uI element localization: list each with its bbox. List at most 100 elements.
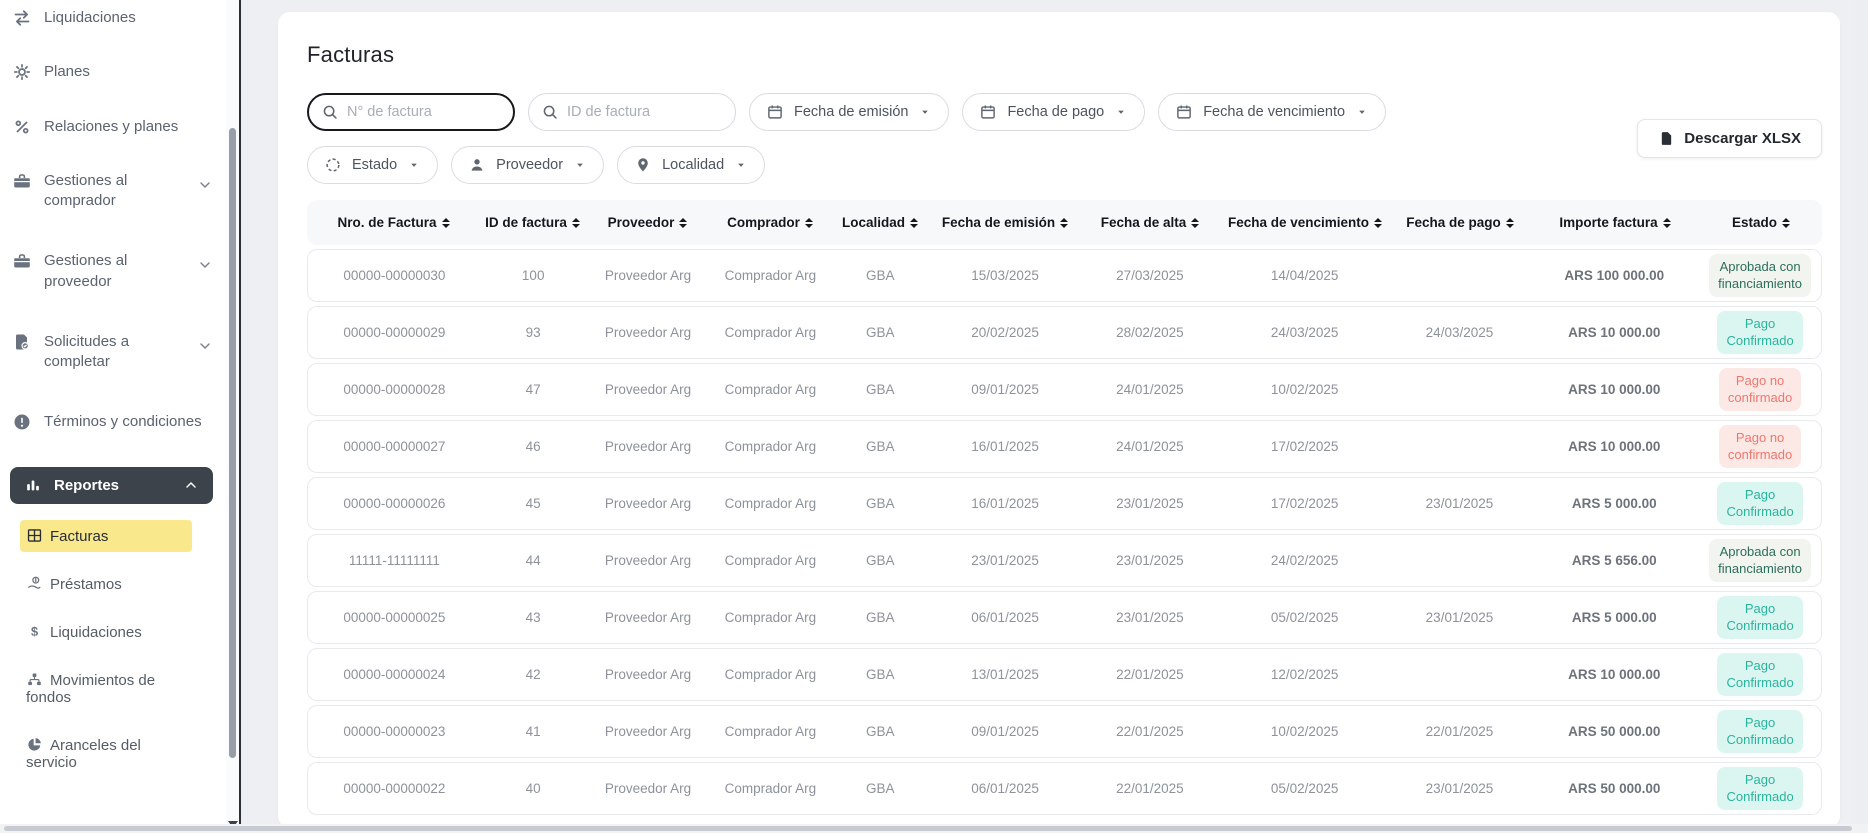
sidebar-subitem-prestamos[interactable]: Préstamos: [20, 568, 192, 600]
cell-comprador: Comprador Arg: [710, 268, 830, 283]
pie-icon: [26, 736, 43, 753]
cell-vencimiento: 10/02/2025: [1220, 724, 1390, 739]
cell-pago: 23/01/2025: [1390, 610, 1530, 625]
sidebar-item-reportes[interactable]: Reportes: [10, 467, 213, 504]
cell-estado: Pago no confirmado: [1699, 368, 1821, 412]
nro-factura-search[interactable]: [307, 93, 515, 131]
sidebar-item-relaciones-y-planes[interactable]: Relaciones y planes: [12, 117, 213, 137]
column-header-importe-factura[interactable]: Importe factura: [1530, 215, 1700, 230]
cell-comprador: Comprador Arg: [710, 667, 830, 682]
cell-estado: Pago Confirmado: [1699, 710, 1821, 754]
sidebar-item-gestiones-al-proveedor[interactable]: Gestiones al proveedor: [12, 251, 213, 292]
cell-emision: 16/01/2025: [930, 496, 1080, 511]
cell-estado: Pago Confirmado: [1699, 767, 1821, 811]
cell-id: 40: [481, 781, 586, 796]
table-row[interactable]: 00000-0000002645Proveedor ArgComprador A…: [307, 477, 1822, 530]
column-header-fecha-de-vencimiento[interactable]: Fecha de vencimiento: [1220, 215, 1390, 230]
page-vertical-scrollbar[interactable]: [1855, 0, 1868, 833]
cell-nro: 00000-00000022: [308, 781, 481, 796]
sort-icon[interactable]: [1663, 218, 1671, 228]
sort-icon[interactable]: [1506, 218, 1514, 228]
sort-icon[interactable]: [910, 218, 918, 228]
sidebar-item-terminos-y-condiciones[interactable]: Términos y condiciones: [12, 412, 213, 432]
descargar-xlsx-button[interactable]: Descargar XLSX: [1637, 119, 1822, 158]
column-header-fecha-de-pago[interactable]: Fecha de pago: [1390, 215, 1530, 230]
column-header-comprador[interactable]: Comprador: [710, 215, 830, 230]
table-row[interactable]: 00000-0000002240Proveedor ArgComprador A…: [307, 762, 1822, 815]
cell-importe: ARS 5 000.00: [1529, 610, 1699, 625]
table-row[interactable]: 00000-0000002543Proveedor ArgComprador A…: [307, 591, 1822, 644]
cell-estado: Pago Confirmado: [1699, 311, 1821, 355]
column-header-proveedor[interactable]: Proveedor: [585, 215, 710, 230]
table-row[interactable]: 00000-0000002746Proveedor ArgComprador A…: [307, 420, 1822, 473]
sort-icon[interactable]: [1782, 218, 1790, 228]
caret-down-icon: [573, 158, 587, 172]
sidebar-subitem-liquidaciones[interactable]: $Liquidaciones: [20, 616, 192, 648]
filter-fecha-emision[interactable]: Fecha de emisión: [749, 93, 949, 131]
status-badge: Aprobada con financiamiento: [1709, 539, 1811, 583]
sidebar-subitem-movimientos-de-fondos[interactable]: Movimientos de fondos: [20, 664, 192, 713]
status-badge: Pago no confirmado: [1719, 425, 1801, 469]
sidebar-item-solicitudes-a-completar[interactable]: Solicitudes a completar: [12, 332, 213, 373]
cell-localidad: GBA: [830, 382, 930, 397]
table-row[interactable]: 00000-0000002442Proveedor ArgComprador A…: [307, 648, 1822, 701]
sort-icon[interactable]: [572, 218, 580, 228]
filter-estado[interactable]: Estado: [307, 146, 438, 184]
table-row[interactable]: 11111-1111111144Proveedor ArgComprador A…: [307, 534, 1822, 587]
filter-proveedor[interactable]: Proveedor: [451, 146, 604, 184]
sidebar-subitem-aranceles-del-servicio[interactable]: Aranceles del servicio: [20, 729, 192, 778]
filter-fecha-vencimiento[interactable]: Fecha de vencimiento: [1158, 93, 1386, 131]
column-header-nro-de-factura[interactable]: Nro. de Factura: [307, 215, 480, 230]
filter-localidad[interactable]: Localidad: [617, 146, 765, 184]
swap-icon: [12, 8, 32, 28]
table-row[interactable]: 00000-0000002993Proveedor ArgComprador A…: [307, 306, 1822, 359]
sort-icon[interactable]: [442, 218, 450, 228]
search-icon: [321, 103, 339, 121]
loan-icon: [26, 575, 43, 592]
cell-vencimiento: 14/04/2025: [1220, 268, 1390, 283]
sidebar-scrollbar-thumb[interactable]: [229, 128, 236, 758]
sidebar-item-liquidaciones[interactable]: Liquidaciones: [12, 8, 213, 28]
search-icon: [541, 103, 559, 121]
sidebar-subitem-facturas[interactable]: Facturas: [20, 520, 192, 552]
page-horizontal-scrollbar-thumb[interactable]: [4, 826, 1852, 831]
page-horizontal-scrollbar[interactable]: [0, 824, 1868, 833]
sidebar-item-planes[interactable]: Planes: [12, 62, 213, 82]
sort-icon[interactable]: [679, 218, 687, 228]
sidebar-scrollbar-track[interactable]: [226, 0, 239, 833]
table-row[interactable]: 00000-00000030100Proveedor ArgComprador …: [307, 249, 1822, 302]
table-row[interactable]: 00000-0000002341Proveedor ArgComprador A…: [307, 705, 1822, 758]
id-factura-input[interactable]: [567, 104, 723, 120]
cell-nro: 00000-00000024: [308, 667, 481, 682]
cell-nro: 00000-00000027: [308, 439, 481, 454]
cell-id: 45: [481, 496, 586, 511]
table-row[interactable]: 00000-0000002847Proveedor ArgComprador A…: [307, 363, 1822, 416]
nro-factura-input[interactable]: [347, 104, 501, 120]
column-header-localidad[interactable]: Localidad: [830, 215, 930, 230]
cell-id: 47: [481, 382, 586, 397]
column-header-id-de-factura[interactable]: ID de factura: [480, 215, 585, 230]
column-header-estado[interactable]: Estado: [1700, 215, 1822, 230]
cell-emision: 09/01/2025: [930, 724, 1080, 739]
cell-id: 93: [481, 325, 586, 340]
sidebar-item-gestiones-al-comprador[interactable]: Gestiones al comprador: [12, 171, 213, 212]
cell-vencimiento: 10/02/2025: [1220, 382, 1390, 397]
file-icon: [1658, 130, 1675, 147]
facturas-panel: Facturas F: [278, 12, 1840, 828]
cell-nro: 00000-00000023: [308, 724, 481, 739]
column-header-fecha-de-emision[interactable]: Fecha de emisión: [930, 215, 1080, 230]
column-header-fecha-de-alta[interactable]: Fecha de alta: [1080, 215, 1220, 230]
cell-vencimiento: 24/03/2025: [1220, 325, 1390, 340]
sort-icon[interactable]: [1191, 218, 1199, 228]
cell-pago: 23/01/2025: [1390, 781, 1530, 796]
filter-fecha-pago[interactable]: Fecha de pago: [962, 93, 1145, 131]
cell-id: 43: [481, 610, 586, 625]
cell-vencimiento: 12/02/2025: [1220, 667, 1390, 682]
id-factura-search[interactable]: [528, 93, 736, 131]
sort-icon[interactable]: [1060, 218, 1068, 228]
cell-pago: 24/03/2025: [1390, 325, 1530, 340]
status-badge: Pago Confirmado: [1717, 710, 1802, 754]
sort-icon[interactable]: [805, 218, 813, 228]
sort-icon[interactable]: [1374, 218, 1382, 228]
cell-localidad: GBA: [830, 325, 930, 340]
